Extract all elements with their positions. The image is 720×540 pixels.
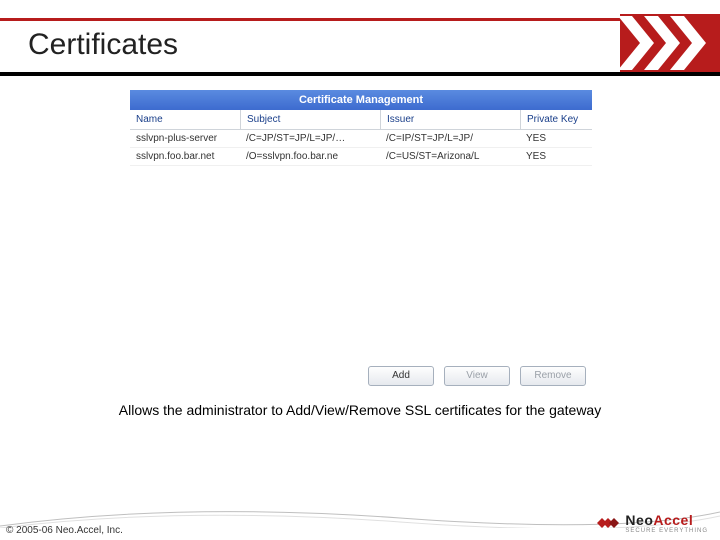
table-row[interactable]: sslvpn-plus-server /C=JP/ST=JP/L=JP/… /C…	[130, 130, 592, 148]
remove-button[interactable]: Remove	[520, 366, 586, 386]
col-private-key: Private Key	[520, 110, 592, 129]
cell-pkey: YES	[520, 148, 592, 165]
cell-issuer: /C=IP/ST=JP/L=JP/	[380, 130, 520, 147]
cell-name: sslvpn.foo.bar.net	[130, 148, 240, 165]
cell-name: sslvpn-plus-server	[130, 130, 240, 147]
cell-subject: /C=JP/ST=JP/L=JP/…	[240, 130, 380, 147]
logo-mark-icon	[597, 514, 619, 532]
title-bar: Certificates	[0, 18, 720, 76]
add-button[interactable]: Add	[368, 366, 434, 386]
caption-text: Allows the administrator to Add/View/Rem…	[0, 402, 720, 418]
certificate-table: Name Subject Issuer Private Key sslvpn-p…	[130, 110, 592, 166]
brand-logo: NeoAccel Secure Everything	[597, 512, 708, 534]
logo-tagline: Secure Everything	[625, 528, 708, 534]
col-issuer: Issuer	[380, 110, 520, 129]
certificate-panel: Certificate Management Name Subject Issu…	[130, 90, 592, 390]
logo-name: NeoAccel	[625, 512, 708, 528]
button-row: Add View Remove	[130, 366, 592, 386]
col-name: Name	[130, 110, 240, 129]
table-header: Name Subject Issuer Private Key	[130, 110, 592, 130]
copyright-text: © 2005-06 Neo.Accel, Inc.	[6, 525, 123, 536]
page-title: Certificates	[28, 28, 178, 62]
view-button[interactable]: View	[444, 366, 510, 386]
footer: © 2005-06 Neo.Accel, Inc. NeoAccel Secur…	[0, 496, 720, 540]
cell-pkey: YES	[520, 130, 592, 147]
cell-subject: /O=sslvpn.foo.bar.ne	[240, 148, 380, 165]
table-row[interactable]: sslvpn.foo.bar.net /O=sslvpn.foo.bar.ne …	[130, 148, 592, 166]
chevrons-decor	[620, 14, 720, 72]
col-subject: Subject	[240, 110, 380, 129]
cell-issuer: /C=US/ST=Arizona/L	[380, 148, 520, 165]
panel-title: Certificate Management	[130, 90, 592, 110]
